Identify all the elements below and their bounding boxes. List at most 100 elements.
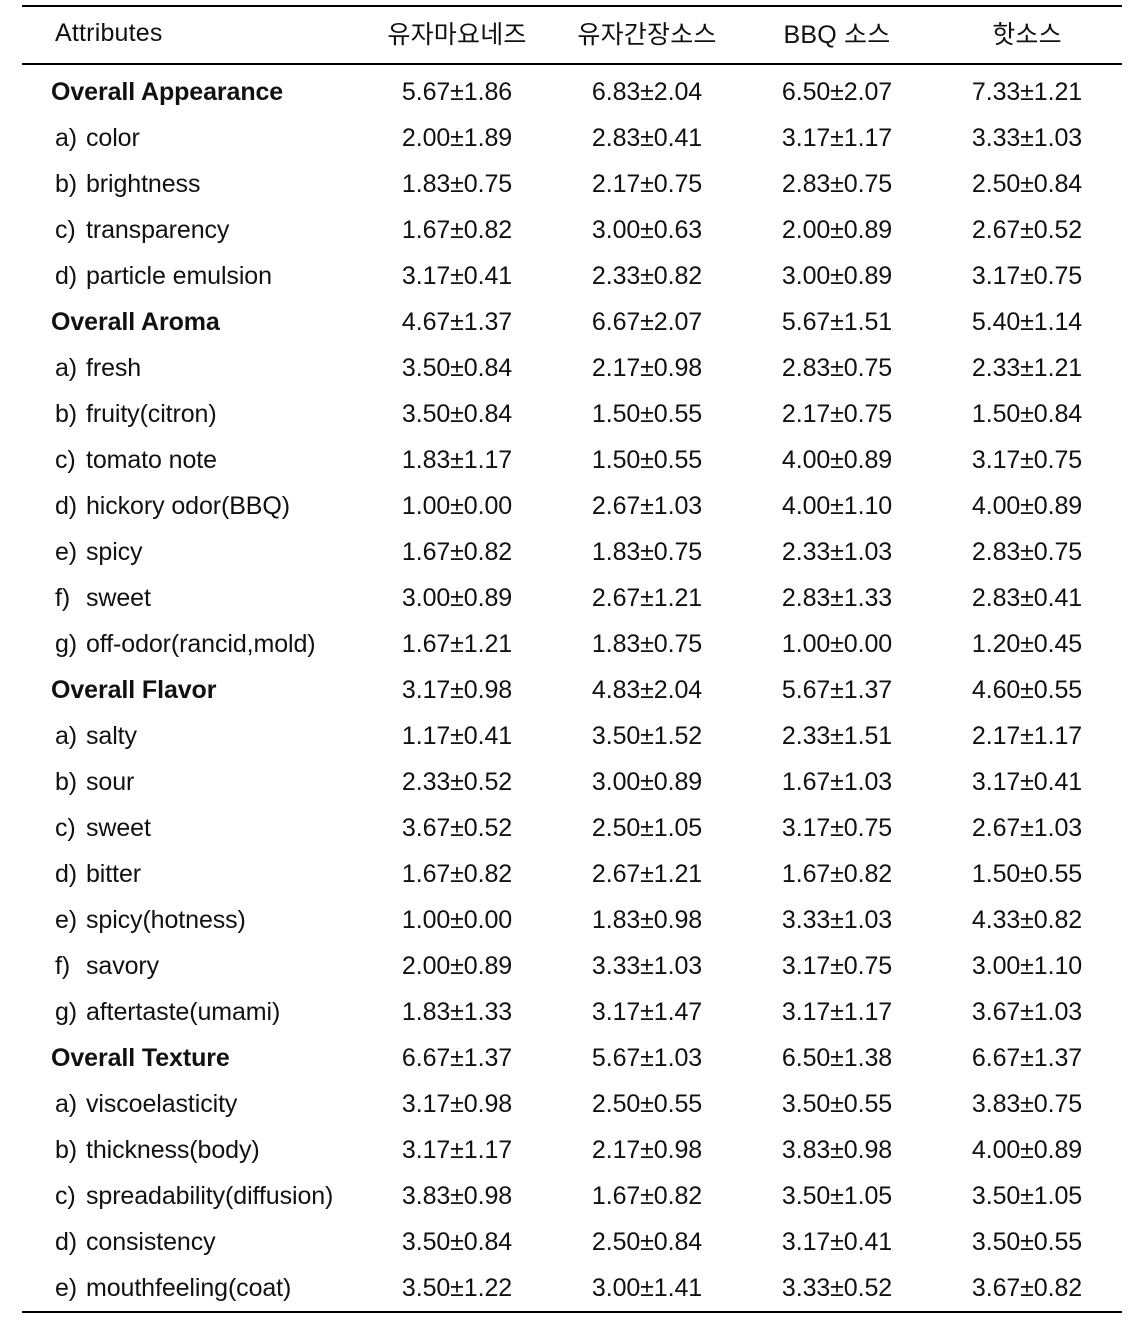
attribute-letter: b) — [55, 399, 78, 428]
value-hot: 6.67±1.37 — [971, 1043, 1083, 1072]
value-hot: 3.17±0.75 — [971, 445, 1083, 474]
table-row: d) bitter 1.67±0.82 2.67±1.21 1.67±0.82 1.50±… — [22, 851, 1122, 897]
attribute-label: a) viscoelasticity — [22, 1081, 362, 1127]
table-row: b) thickness(body) 3.17±1.17 2.17±0.98 3.83±… — [22, 1127, 1122, 1173]
table-row: e) spicy(hotness) 1.00±0.00 1.83±0.98 3.33±1… — [22, 897, 1122, 943]
attribute-label: d) hickory odor(BBQ) — [22, 483, 362, 529]
attribute-label: c) transparency — [22, 207, 362, 253]
value-bbq: 3.17±1.17 — [781, 123, 893, 152]
table-row: b) fruity(citron) 3.50±0.84 1.50±0.55 2.17±0… — [22, 391, 1122, 437]
attribute-label: g) aftertaste(umami) — [22, 989, 362, 1035]
value-hot: 7.33±1.21 — [971, 77, 1083, 106]
attribute-letter: b) — [55, 1135, 78, 1164]
table-row: d) consistency 3.50±0.84 2.50±0.84 3.17±0.41… — [22, 1219, 1122, 1265]
value-yuja-mayo: 1.00±0.00 — [401, 491, 513, 520]
table-row: c) transparency 1.67±0.82 3.00±0.63 2.00±0.8… — [22, 207, 1122, 253]
value-bbq: 6.50±1.38 — [781, 1043, 893, 1072]
attribute-label: a) color — [22, 115, 362, 161]
attribute-letter: g) — [55, 997, 78, 1026]
table-row: d) hickory odor(BBQ) 1.00±0.00 2.67±1.03 4.0… — [22, 483, 1122, 529]
value-bbq: 5.67±1.37 — [781, 675, 893, 704]
attribute-label: Overall Texture — [22, 1035, 362, 1081]
value-yuja-mayo: 1.83±1.17 — [401, 445, 513, 474]
value-hot: 3.67±0.82 — [932, 1265, 1122, 1313]
value-bbq: 3.50±0.55 — [781, 1089, 893, 1118]
value-hot: 3.83±0.75 — [971, 1089, 1083, 1118]
attribute-letter: c) — [55, 1181, 76, 1210]
value-yuja-soy: 1.83±0.98 — [591, 905, 703, 934]
table-row: f) sweet 3.00±0.89 2.67±1.21 2.83±1.33 2.83±0… — [22, 575, 1122, 621]
value-hot: 3.33±1.03 — [971, 123, 1083, 152]
table-row: b) brightness 1.83±0.75 2.17±0.75 2.83±0.75 2… — [22, 161, 1122, 207]
value-bbq: 5.67±1.51 — [781, 307, 893, 336]
value-yuja-soy: 1.83±0.75 — [591, 629, 703, 658]
attribute-name: spicy(hotness) — [86, 905, 246, 934]
attribute-letter: a) — [55, 721, 78, 750]
table-row: e) spicy 1.67±0.82 1.83±0.75 2.33±1.03 2.83±0… — [22, 529, 1122, 575]
attribute-label: d) consistency — [22, 1219, 362, 1265]
value-bbq: 3.83±0.98 — [781, 1135, 893, 1164]
value-bbq: 4.00±0.89 — [781, 445, 893, 474]
attribute-name: spicy — [86, 537, 143, 566]
value-yuja-mayo: 3.00±0.89 — [401, 583, 513, 612]
value-yuja-soy: 3.00±0.89 — [591, 767, 703, 796]
value-hot: 4.00±0.89 — [971, 491, 1083, 520]
value-yuja-mayo: 2.33±0.52 — [401, 767, 513, 796]
value-bbq: 1.00±0.00 — [781, 629, 893, 658]
attribute-letter: a) — [55, 123, 78, 152]
value-bbq: 3.00±0.89 — [781, 261, 893, 290]
value-bbq: 2.17±0.75 — [781, 399, 893, 428]
value-bbq: 3.17±0.75 — [781, 951, 893, 980]
attribute-name: Overall Aroma — [51, 307, 220, 336]
attribute-label: b) brightness — [22, 161, 362, 207]
table-row: a) fresh 3.50±0.84 2.17±0.98 2.83±0.75 2.33±1… — [22, 345, 1122, 391]
value-yuja-soy: 2.67±1.03 — [591, 491, 703, 520]
attribute-label: Overall Aroma — [22, 299, 362, 345]
attribute-letter: c) — [55, 215, 76, 244]
attribute-letter: c) — [55, 445, 76, 474]
value-hot: 4.00±0.89 — [971, 1135, 1083, 1164]
table-header: Attributes 유자마요네즈 유자간장소스 BBQ 소스 핫소스 — [22, 5, 1122, 65]
value-yuja-soy: 3.33±1.03 — [591, 951, 703, 980]
value-yuja-soy: 2.17±0.75 — [591, 169, 703, 198]
attribute-label: a) fresh — [22, 345, 362, 391]
value-yuja-mayo: 3.83±0.98 — [401, 1181, 513, 1210]
value-yuja-soy: 1.83±0.75 — [591, 537, 703, 566]
attribute-label: f) savory — [22, 943, 362, 989]
value-yuja-mayo: 3.17±0.41 — [401, 261, 513, 290]
value-hot: 3.17±0.41 — [971, 767, 1083, 796]
attribute-label: g) off-odor(rancid,mold) — [22, 621, 362, 667]
attribute-letter: e) — [55, 905, 78, 934]
attribute-name: brightness — [86, 169, 201, 198]
value-hot: 3.50±0.55 — [971, 1227, 1083, 1256]
value-yuja-mayo: 3.17±0.98 — [401, 675, 513, 704]
value-bbq: 6.50±2.07 — [781, 77, 893, 106]
value-yuja-soy: 5.67±1.03 — [591, 1043, 703, 1072]
value-bbq: 2.83±0.75 — [781, 169, 893, 198]
attribute-label: Overall Appearance — [22, 64, 362, 115]
value-yuja-soy: 3.00±0.63 — [591, 215, 703, 244]
attribute-name: color — [86, 123, 140, 152]
value-hot: 1.20±0.45 — [971, 629, 1083, 658]
value-hot: 4.33±0.82 — [971, 905, 1083, 934]
value-yuja-soy: 2.50±0.84 — [591, 1227, 703, 1256]
attribute-letter: a) — [55, 1089, 78, 1118]
value-bbq: 2.00±0.89 — [781, 215, 893, 244]
value-yuja-mayo: 3.50±0.84 — [401, 353, 513, 382]
table-body: Overall Appearance 5.67±1.86 6.83±2.04 6.50… — [22, 64, 1122, 1313]
attribute-label: Overall Flavor — [22, 667, 362, 713]
value-yuja-mayo: 5.67±1.86 — [401, 77, 513, 106]
attribute-letter: d) — [55, 1227, 78, 1256]
value-bbq: 2.83±0.75 — [781, 353, 893, 382]
attribute-name: hickory odor(BBQ) — [86, 491, 290, 520]
value-hot: 1.50±0.84 — [971, 399, 1083, 428]
value-hot: 2.17±1.17 — [971, 721, 1083, 750]
attribute-label: c) tomato note — [22, 437, 362, 483]
table-row: d) particle emulsion 3.17±0.41 2.33±0.82 3.0… — [22, 253, 1122, 299]
value-yuja-soy: 1.50±0.55 — [591, 445, 703, 474]
attribute-name: sour — [86, 767, 135, 796]
value-yuja-soy: 4.83±2.04 — [591, 675, 703, 704]
attribute-letter: c) — [55, 813, 76, 842]
value-hot: 2.67±0.52 — [971, 215, 1083, 244]
value-hot: 2.50±0.84 — [971, 169, 1083, 198]
